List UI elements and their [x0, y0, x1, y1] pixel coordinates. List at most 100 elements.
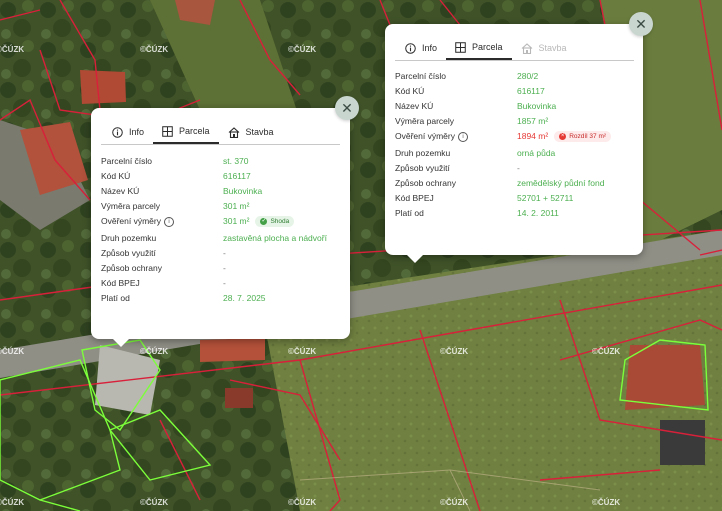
attr-label: Kód KÚ	[395, 86, 425, 96]
attr-value: 14. 2. 2011	[517, 208, 559, 218]
watermark: ©ČÚZK	[288, 498, 317, 507]
attr-value: st. 370	[223, 156, 249, 166]
house-icon	[521, 42, 532, 54]
attr-row: Název KÚ Bukovinka	[101, 186, 341, 201]
attr-row: Ověření výměry i 1894 m² × Rozdíl 37 m²	[395, 131, 635, 148]
tabs-divider	[101, 144, 340, 145]
attr-label: Kód BPEJ	[101, 278, 140, 288]
attr-label: Způsob ochrany	[101, 263, 162, 273]
tab-info[interactable]: Info	[396, 36, 446, 60]
watermark: ©ČÚZK	[0, 347, 25, 356]
badge-label: Rozdíl 37 m²	[569, 133, 607, 141]
tab-stavba-label: Stavba	[538, 43, 567, 53]
attr-label: Kód KÚ	[101, 171, 131, 181]
tab-info-label: Info	[422, 43, 438, 53]
attr-row: Kód BPEJ 52701 + 52711	[395, 193, 635, 208]
parcel-grid-icon	[455, 41, 466, 53]
attr-value: -	[517, 163, 520, 173]
tab-info-label: Info	[129, 127, 145, 137]
tab-stavba-label: Stavba	[245, 127, 274, 137]
watermark: ©ČÚZK	[0, 498, 25, 507]
parcel-attributes: Parcelní číslo 280/2 Kód KÚ 616117 Název K…	[395, 71, 635, 223]
attr-row: Název KÚ Bukovinka	[395, 101, 635, 116]
attr-row: Parcelní číslo 280/2	[395, 71, 635, 86]
attr-label: Název KÚ	[395, 101, 434, 111]
attr-value: 301 m² ✓ Shoda	[223, 216, 295, 228]
info-icon[interactable]: i	[164, 216, 174, 227]
attr-value: Bukovinka	[517, 101, 557, 111]
attr-label: Výměra parcely	[395, 116, 455, 126]
status-badge: ✓ Shoda	[255, 216, 295, 228]
attr-label: Platí od	[395, 208, 424, 218]
parcel-popup-right: ✕ Info Parcela Stavba Parcelní číslo 280…	[385, 12, 653, 263]
attr-label: Kód BPEJ	[395, 193, 434, 203]
close-button[interactable]: ✕	[335, 96, 359, 120]
tab-stavba[interactable]: Stavba	[219, 120, 283, 144]
badge-label: Shoda	[270, 218, 290, 226]
attr-value: 28. 7. 2025	[223, 293, 266, 303]
attr-row: Kód KÚ 616117	[101, 171, 341, 186]
area-value: 301 m²	[223, 216, 250, 226]
parcel-attributes: Parcelní číslo st. 370 Kód KÚ 616117 Název…	[101, 156, 341, 308]
attr-value: 1894 m² × Rozdíl 37 m²	[517, 131, 612, 143]
tabs-divider	[395, 60, 634, 61]
tab-parcela[interactable]: Parcela	[446, 36, 512, 60]
watermark: ©ČÚZK	[140, 498, 169, 507]
attr-row: Platí od 28. 7. 2025	[101, 293, 341, 308]
attr-row: Způsob využití -	[395, 163, 635, 178]
attr-row: Kód BPEJ -	[101, 278, 341, 293]
attr-value: 1857 m²	[517, 116, 549, 126]
attr-value: 301 m²	[223, 201, 250, 211]
status-badge: × Rozdíl 37 m²	[554, 131, 612, 143]
tab-info[interactable]: Info	[103, 120, 153, 144]
attr-value: 52701 + 52711	[517, 193, 574, 203]
attr-label: Druh pozemku	[101, 233, 157, 243]
watermark: ©ČÚZK	[440, 498, 469, 507]
attr-row: Kód KÚ 616117	[395, 86, 635, 101]
attr-row: Výměra parcely 301 m²	[101, 201, 341, 216]
tab-parcela[interactable]: Parcela	[153, 120, 219, 144]
attr-row: Platí od 14. 2. 2011	[395, 208, 635, 223]
attr-label: Výměra parcely	[101, 201, 161, 211]
tab-stavba: Stavba	[512, 36, 576, 60]
attr-value: zastavěná plocha a nádvoří	[223, 233, 327, 243]
attr-row: Parcelní číslo st. 370	[101, 156, 341, 171]
attr-row: Druh pozemku orná půda	[395, 148, 635, 163]
attr-label: Způsob ochrany	[395, 178, 456, 188]
popup-tabs: Info Parcela Stavba	[103, 120, 283, 144]
attr-label: Způsob využití	[101, 248, 156, 258]
attr-label: Parcelní číslo	[101, 156, 153, 166]
attr-value: 280/2	[517, 71, 539, 81]
info-icon[interactable]: i	[458, 131, 468, 142]
watermark: ©ČÚZK	[592, 347, 621, 356]
attr-row: Druh pozemku zastavěná plocha a nádvoří	[101, 233, 341, 248]
attr-value: 616117	[517, 86, 545, 96]
attr-row: Způsob ochrany -	[101, 263, 341, 278]
watermark: ©ČÚZK	[440, 347, 469, 356]
attr-value: zemědělský půdní fond	[517, 178, 605, 188]
house-icon	[228, 126, 239, 138]
watermark: ©ČÚZK	[140, 45, 169, 54]
attr-value: -	[223, 248, 226, 258]
attr-row: Způsob ochrany zemědělský půdní fond	[395, 178, 635, 193]
tab-parcela-label: Parcela	[179, 126, 210, 136]
watermark: ©ČÚZK	[592, 498, 621, 507]
attr-value: orná půda	[517, 148, 556, 158]
attr-value: -	[223, 278, 226, 288]
watermark: ©ČÚZK	[0, 45, 25, 54]
attr-label: Ověření výměry i	[101, 216, 174, 227]
attr-label: Platí od	[101, 293, 130, 303]
attr-label: Název KÚ	[101, 186, 140, 196]
popup-tabs: Info Parcela Stavba	[396, 36, 576, 60]
info-icon	[405, 42, 416, 54]
attr-row: Ověření výměry i 301 m² ✓ Shoda	[101, 216, 341, 233]
tab-parcela-label: Parcela	[472, 42, 503, 52]
attr-value: Bukovinka	[223, 186, 263, 196]
watermark: ©ČÚZK	[288, 347, 317, 356]
close-button[interactable]: ✕	[629, 12, 653, 36]
parcel-popup-left: ✕ Info Parcela Stavba Parcelní číslo st.…	[91, 96, 359, 347]
attr-label: Způsob využití	[395, 163, 450, 173]
attr-value: -	[223, 263, 226, 273]
watermark: ©ČÚZK	[140, 347, 169, 356]
attr-row: Způsob využití -	[101, 248, 341, 263]
